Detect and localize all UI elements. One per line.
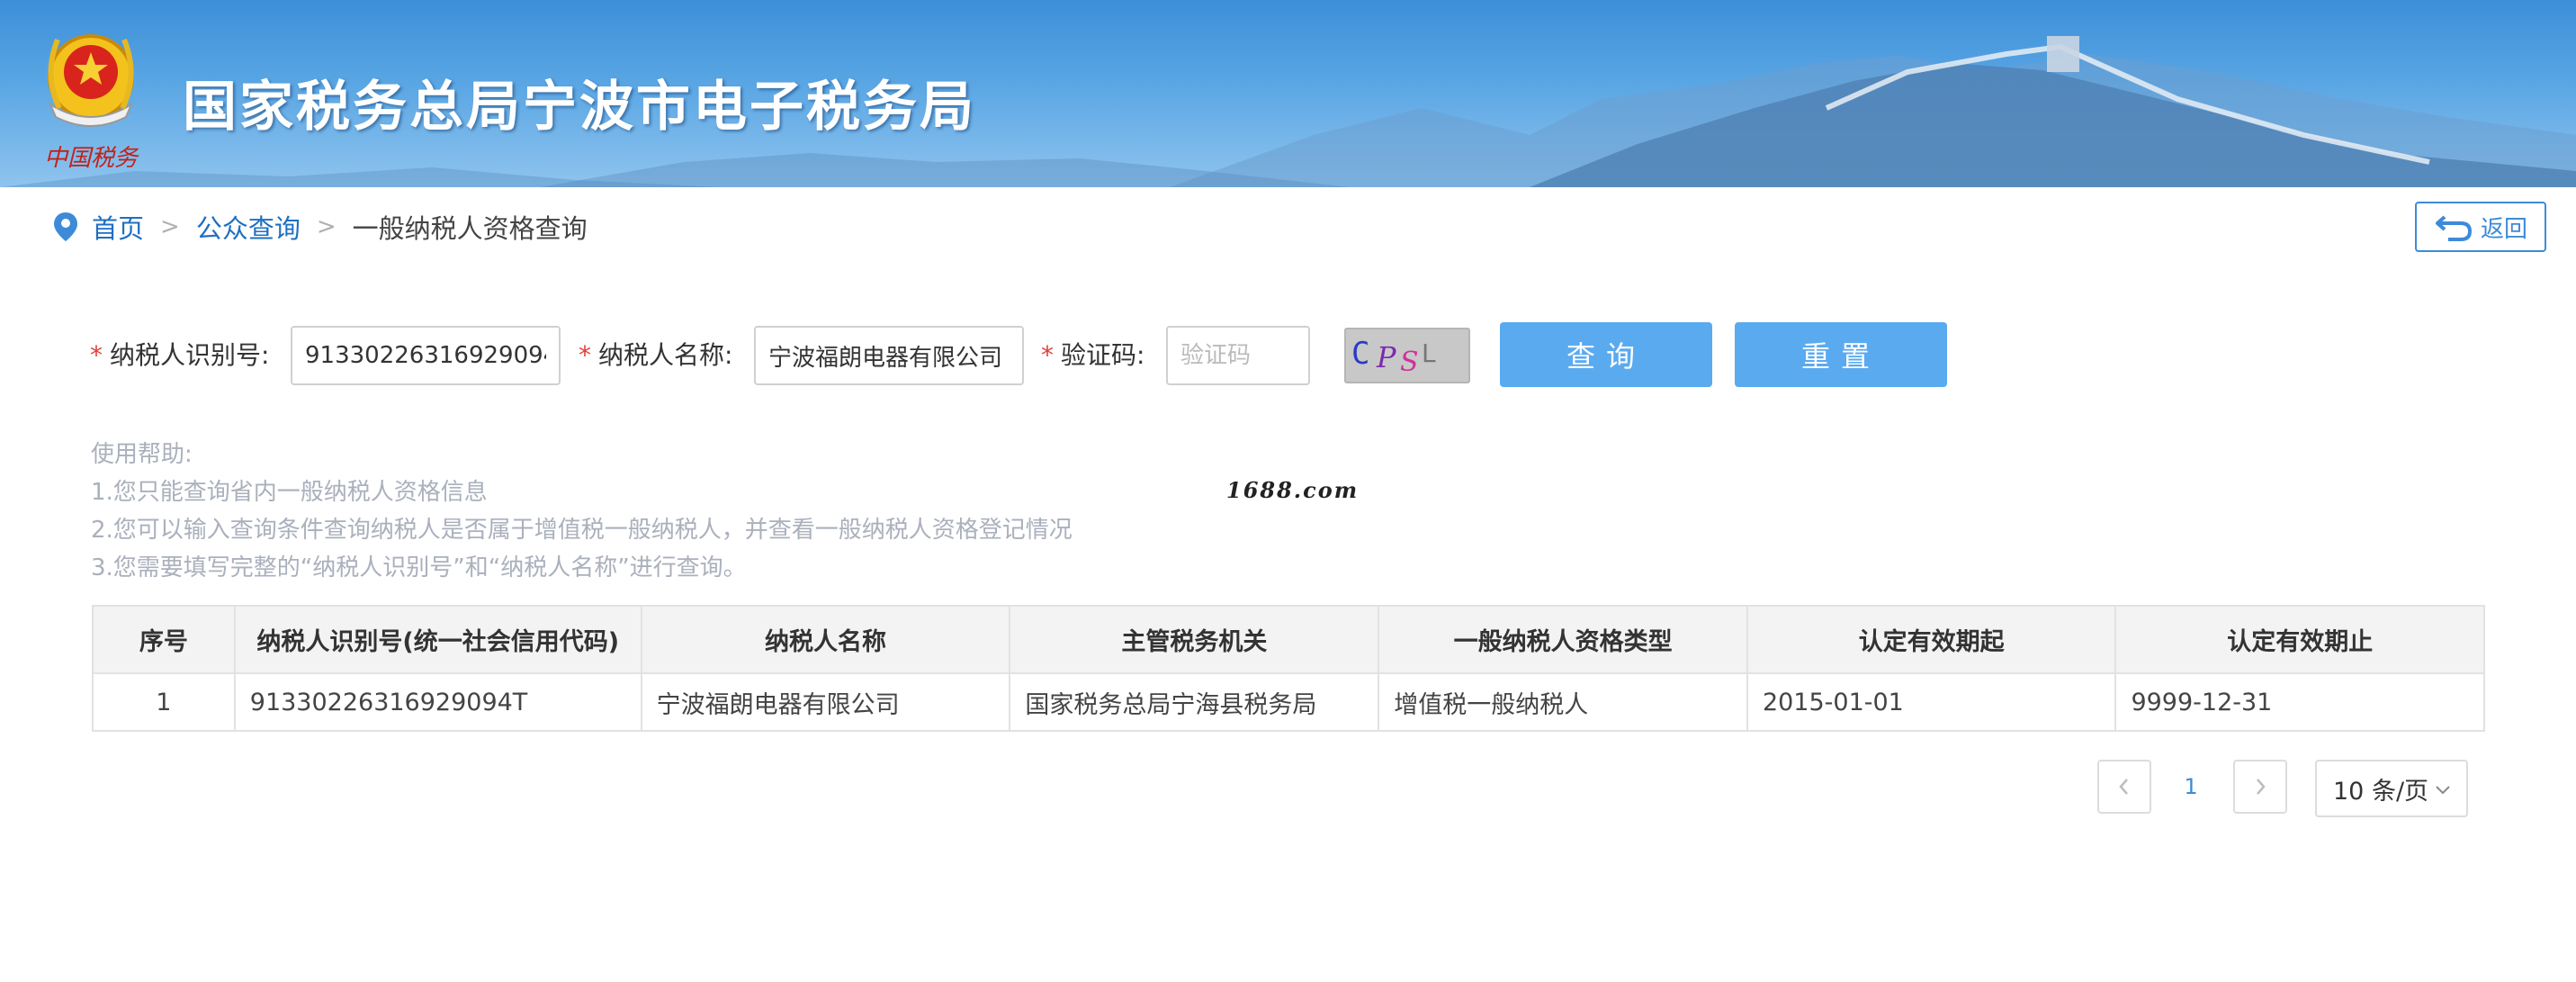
- required-mark: *: [579, 340, 591, 370]
- table-cell: 9999-12-31: [2114, 672, 2485, 732]
- help-title: 使用帮助:: [91, 441, 193, 468]
- breadcrumb-separator: >: [160, 213, 180, 240]
- breadcrumb-home[interactable]: 首页: [92, 208, 144, 246]
- svg-text:S: S: [1400, 347, 1419, 378]
- table-header-row: 序号 纳税人识别号(统一社会信用代码) 纳税人名称 主管税务机关 一般纳税人资格…: [92, 605, 2485, 674]
- table-cell: 91330226316929094T: [233, 672, 642, 732]
- taxpayer-id-label: * 纳税人识别号:: [90, 340, 270, 370]
- breadcrumb-public-query[interactable]: 公众查询: [196, 208, 301, 246]
- taxpayer-id-input[interactable]: [291, 326, 561, 385]
- table-cell: 增值税一般纳税人: [1378, 672, 1748, 732]
- location-pin-icon: [54, 212, 77, 241]
- column-header: 认定有效期止: [2114, 605, 2485, 674]
- column-header: 纳税人识别号(统一社会信用代码): [233, 605, 642, 674]
- table-row: 1 91330226316929094T 宁波福朗电器有限公司 国家税务总局宁海…: [92, 672, 2485, 732]
- table-cell: 国家税务总局宁海县税务局: [1009, 672, 1380, 732]
- current-page-number[interactable]: 1: [2173, 760, 2209, 814]
- page-size-label: 10 条/页: [2333, 777, 2429, 806]
- table-cell: 2015-01-01: [1746, 672, 2117, 732]
- help-line: 1.您只能查询省内一般纳税人资格信息: [91, 479, 488, 506]
- svg-text:P: P: [1376, 340, 1396, 374]
- help-line: 2.您可以输入查询条件查询纳税人是否属于增值税一般纳税人，并查看一般纳税人资格登…: [91, 517, 1073, 544]
- table-cell: 宁波福朗电器有限公司: [640, 672, 1011, 732]
- column-header: 序号: [92, 605, 236, 674]
- query-button[interactable]: 查询: [1500, 322, 1712, 387]
- next-page-button[interactable]: [2233, 760, 2287, 814]
- site-title: 国家税务总局宁波市电子税务局: [183, 76, 976, 139]
- page-size-select[interactable]: 10 条/页: [2315, 760, 2468, 817]
- tax-emblem-logo: 中国税务: [44, 34, 139, 172]
- column-header: 主管税务机关: [1009, 605, 1380, 674]
- reset-button[interactable]: 重置: [1735, 322, 1947, 387]
- taxpayer-name-input[interactable]: [754, 326, 1024, 385]
- svg-text:C: C: [1351, 336, 1369, 372]
- logo-caption: 中国税务: [44, 145, 139, 172]
- captcha-image[interactable]: C P S L: [1344, 328, 1470, 383]
- column-header: 认定有效期起: [1746, 605, 2117, 674]
- breadcrumb: 首页 > 公众查询 > 一般纳税人资格查询: [52, 209, 588, 245]
- required-mark: *: [1041, 340, 1054, 370]
- breadcrumb-separator: >: [316, 213, 337, 240]
- back-button-label: 返回: [2480, 215, 2527, 243]
- svg-text:L: L: [1422, 338, 1436, 368]
- table-cell: 1: [92, 672, 236, 732]
- column-header: 纳税人名称: [640, 605, 1011, 674]
- taxpayer-name-label: * 纳税人名称:: [579, 340, 733, 370]
- prev-page-button[interactable]: [2097, 760, 2151, 814]
- watermark: 1688.com: [1226, 477, 1360, 503]
- help-line: 3.您需要填写完整的“纳税人识别号”和“纳税人名称”进行查询。: [91, 554, 747, 581]
- back-button[interactable]: 返回: [2415, 202, 2546, 252]
- breadcrumb-current: 一般纳税人资格查询: [352, 213, 588, 244]
- result-table: 序号 纳税人识别号(统一社会信用代码) 纳税人名称 主管税务机关 一般纳税人资格…: [92, 605, 2485, 732]
- required-mark: *: [90, 340, 103, 370]
- column-header: 一般纳税人资格类型: [1378, 605, 1748, 674]
- chevron-down-icon: [2436, 786, 2450, 795]
- captcha-label: * 验证码:: [1041, 340, 1145, 370]
- usage-help: 使用帮助: 1.您只能查询省内一般纳税人资格信息 2.您可以输入查询条件查询纳税…: [91, 436, 1073, 587]
- chevron-left-icon: [2119, 779, 2128, 795]
- captcha-input[interactable]: [1166, 326, 1310, 385]
- chevron-right-icon: [2257, 779, 2266, 795]
- return-arrow-icon: [2435, 215, 2472, 241]
- header-banner: 中国税务 国家税务总局宁波市电子税务局: [0, 0, 2576, 187]
